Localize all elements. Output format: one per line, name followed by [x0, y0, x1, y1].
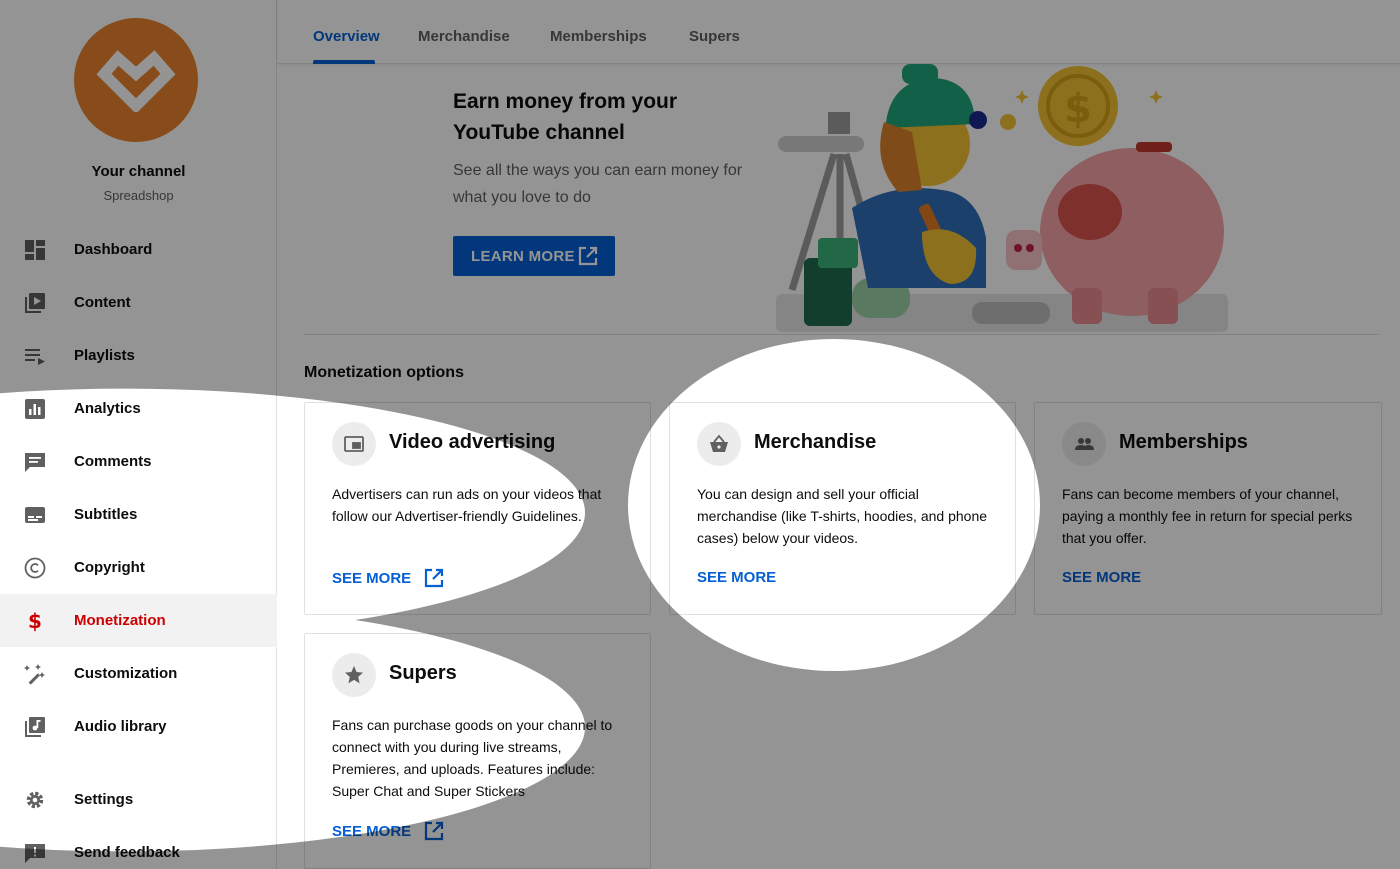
card-description: Fans can purchase goods on your channel …	[332, 717, 613, 799]
sidebar-item-analytics[interactable]: Analytics	[0, 382, 277, 435]
sidebar-item-label: Copyright	[74, 559, 145, 576]
card-title: Supers	[389, 662, 457, 684]
sidebar-item-comments[interactable]: Comments	[0, 435, 277, 488]
see-more-link[interactable]: SEE MORE	[697, 569, 776, 586]
analytics-icon	[22, 396, 48, 422]
svg-text:$: $	[28, 610, 42, 632]
learn-more-button[interactable]: LEARN MORE	[453, 236, 615, 276]
supers-card: Supers Fans can purchase goods on your c…	[304, 633, 651, 869]
shopping-basket-icon	[697, 422, 741, 466]
sidebar-item-label: Analytics	[74, 400, 141, 417]
see-more-label: SEE MORE	[697, 569, 777, 586]
sidebar-item-label: Playlists	[74, 347, 135, 364]
content-icon	[22, 290, 48, 316]
learn-more-label: LEARN MORE	[471, 247, 575, 265]
star-icon	[332, 653, 376, 697]
sidebar-item-label: Audio library	[74, 718, 167, 735]
playlists-icon	[22, 343, 48, 369]
sidebar-item-playlists[interactable]: Playlists	[0, 329, 277, 382]
see-more-label: SEE MORE	[332, 822, 412, 840]
hero-divider	[304, 334, 1380, 335]
sidebar-item-monetization[interactable]: $ Monetization	[0, 594, 277, 647]
gear-icon	[22, 787, 48, 813]
sidebar-item-copyright[interactable]: Copyright	[0, 541, 277, 594]
people-icon	[1062, 422, 1106, 466]
tab-overview[interactable]: Overview	[313, 28, 380, 45]
comments-icon	[22, 449, 48, 475]
sidebar-item-label: Subtitles	[74, 506, 138, 523]
sidebar-item-label: Send feedback	[74, 844, 180, 861]
dashboard-icon	[22, 237, 48, 263]
sidebar-item-customization[interactable]: Customization	[0, 647, 277, 700]
video-ad-icon	[332, 422, 376, 466]
see-more-label: SEE MORE	[332, 569, 412, 587]
external-link-icon	[423, 567, 445, 589]
card-title: Video advertising	[389, 431, 556, 453]
svg-text:$: $	[1064, 86, 1092, 132]
audio-library-icon	[22, 714, 48, 740]
tab-memberships[interactable]: Memberships	[550, 28, 647, 45]
sidebar-item-send-feedback[interactable]: Send feedback	[0, 826, 277, 869]
hero-title: Earn money from your YouTube channel	[453, 90, 678, 144]
see-more-link[interactable]: SEE MORE	[332, 567, 445, 589]
heart-logo-icon	[96, 50, 176, 112]
subtitles-icon	[22, 502, 48, 528]
feedback-icon	[22, 840, 48, 866]
sidebar-item-subtitles[interactable]: Subtitles	[0, 488, 277, 541]
hero-subtitle: See all the ways you can earn money for …	[453, 162, 743, 206]
sidebar-item-label: Settings	[74, 791, 134, 808]
active-tab-indicator	[313, 60, 375, 64]
merchandise-card: Merchandise You can design and sell your…	[669, 402, 1016, 615]
section-title: Monetization options	[304, 364, 464, 381]
copyright-icon	[22, 555, 48, 581]
memberships-card: Memberships Fans can become members of y…	[1034, 402, 1382, 615]
sidebar-item-label: Comments	[74, 453, 152, 470]
monetization-illustration: $	[776, 64, 1228, 332]
sidebar-item-label: Dashboard	[74, 241, 153, 258]
tab-supers[interactable]: Supers	[689, 28, 740, 45]
channel-avatar[interactable]	[74, 18, 198, 142]
dollar-icon: $	[22, 608, 48, 634]
sidebar: Your channel Spreadshop Dashboard Conten…	[0, 0, 277, 869]
see-more-label: SEE MORE	[1062, 569, 1142, 586]
see-more-link[interactable]: SEE MORE	[1062, 569, 1141, 586]
external-link-icon	[423, 820, 445, 842]
magic-wand-icon	[22, 661, 48, 687]
card-description: Advertisers can run ads on your videos t…	[332, 486, 602, 524]
sidebar-item-label: Customization	[74, 665, 178, 682]
sidebar-item-dashboard[interactable]: Dashboard	[0, 223, 277, 276]
sidebar-item-label: Content	[74, 294, 131, 311]
sidebar-item-label: Monetization	[74, 612, 166, 629]
see-more-link[interactable]: SEE MORE	[332, 820, 445, 842]
external-link-icon	[577, 245, 599, 271]
card-title: Merchandise	[754, 431, 877, 453]
channel-title: Your channel	[91, 163, 186, 180]
tab-merchandise[interactable]: Merchandise	[418, 28, 510, 45]
card-description: You can design and sell your official me…	[697, 486, 988, 546]
sidebar-item-audio-library[interactable]: Audio library	[0, 700, 277, 753]
sidebar-item-settings[interactable]: Settings	[0, 773, 277, 826]
channel-subtitle: Spreadshop	[103, 188, 174, 203]
card-title: Memberships	[1119, 431, 1248, 453]
video-advertising-card: Video advertising Advertisers can run ad…	[304, 402, 651, 615]
card-description: Fans can become members of your channel,…	[1062, 486, 1353, 546]
sidebar-item-content[interactable]: Content	[0, 276, 277, 329]
